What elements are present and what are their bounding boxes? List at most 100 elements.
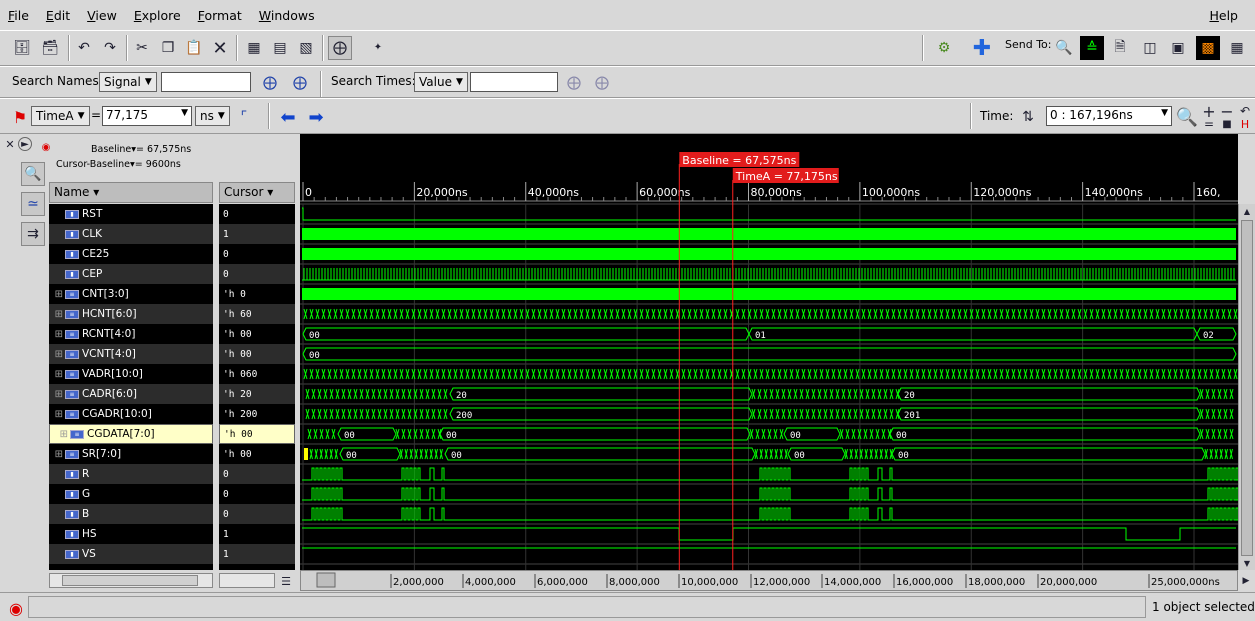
menu-view[interactable]: View bbox=[79, 8, 126, 23]
send-to-schematic-icon[interactable]: ▦ bbox=[242, 36, 266, 60]
search-times-mode-select[interactable]: Value ▼ bbox=[414, 72, 468, 92]
cursor-name-select[interactable]: TimeA ▼ bbox=[31, 106, 90, 126]
overview-handle[interactable] bbox=[316, 572, 336, 588]
menu-edit[interactable]: Edit bbox=[38, 8, 79, 23]
send-to-calculator-icon[interactable]: ▦ bbox=[1225, 36, 1249, 60]
tk-expression-icon[interactable]: ✦ bbox=[366, 35, 390, 59]
move-left-icon[interactable]: ⬅ bbox=[276, 105, 300, 129]
signal-row[interactable]: ⊞ ≡ CNT[3:0] bbox=[49, 284, 213, 304]
signal-group-icon[interactable]: ≃ bbox=[21, 192, 45, 216]
signal-row[interactable]: ⊞ ≡ VADR[10:0] bbox=[49, 364, 213, 384]
search-times-input[interactable] bbox=[470, 72, 558, 92]
names-hscroll-thumb[interactable] bbox=[62, 575, 198, 586]
copy-icon[interactable]: ❐ bbox=[156, 36, 180, 60]
signal-row[interactable]: ⊞ ≡ CADR[6:0] bbox=[49, 384, 213, 404]
baseline-value[interactable]: Baseline▾= 67,575ns bbox=[91, 144, 191, 155]
cursor-value[interactable]: 'h 60 bbox=[219, 304, 295, 324]
expand-icon[interactable]: ⊞ bbox=[49, 409, 63, 420]
redo-icon[interactable]: ↷ bbox=[98, 36, 122, 60]
expand-icon[interactable]: ⊞ bbox=[49, 389, 63, 400]
signal-row[interactable]: ▮ HS bbox=[49, 524, 213, 544]
cursor-value[interactable]: 0 bbox=[219, 484, 295, 504]
time-format-icon[interactable]: ⇅ bbox=[1016, 105, 1040, 129]
cursor-value[interactable]: 'h 00 bbox=[219, 444, 295, 464]
cursor-value[interactable]: 1 bbox=[219, 524, 295, 544]
send-to-wave-viewer-icon[interactable]: ≙ bbox=[1080, 36, 1104, 60]
cursor-flag-icon[interactable]: ⚑ bbox=[8, 105, 32, 129]
scroll-down-icon[interactable]: ▼ bbox=[1240, 556, 1254, 570]
signal-row[interactable]: ▮ VS bbox=[49, 544, 213, 564]
cut-icon[interactable]: ✂ bbox=[130, 36, 154, 60]
expand-icon[interactable]: ⊞ bbox=[54, 429, 68, 440]
cursor-value[interactable]: 0 bbox=[219, 264, 295, 284]
delete-icon[interactable]: ✕ bbox=[208, 36, 232, 60]
cursor-column-header[interactable]: Cursor ▾ bbox=[219, 182, 295, 203]
time-overview-canvas[interactable]: 2,000,000 4,000,000 6,000,000 8,000,000 10,0… bbox=[301, 571, 1239, 590]
send-to-waveform-icon[interactable]: 🔍 bbox=[1052, 36, 1076, 60]
menu-windows[interactable]: Windows bbox=[251, 8, 324, 23]
vertical-scroll-thumb[interactable] bbox=[1241, 220, 1253, 556]
search-times-prev-icon[interactable]: ⨁ bbox=[562, 71, 586, 95]
expand-icon[interactable]: ⊞ bbox=[49, 329, 63, 340]
cursor-value[interactable]: 'h 00 bbox=[219, 424, 295, 444]
search-names-next-icon[interactable]: ⨁ bbox=[288, 71, 312, 95]
tools-icon[interactable]: ⚙ bbox=[932, 36, 956, 60]
pane-options-icon[interactable]: ► bbox=[18, 137, 32, 151]
send-to-register-icon[interactable]: ▣ bbox=[1166, 36, 1190, 60]
zoom-equal-icon[interactable]: = bbox=[1200, 115, 1218, 133]
time-unit-select[interactable]: ns ▼ bbox=[195, 106, 230, 126]
send-to-source-icon[interactable]: ▧ bbox=[294, 36, 318, 60]
signal-row[interactable]: ▮ G bbox=[49, 484, 213, 504]
cursor-value[interactable]: 0 bbox=[219, 464, 295, 484]
cursor-value[interactable]: 1 bbox=[219, 224, 295, 244]
cursor-value-input[interactable]: 77,175 ▼ bbox=[102, 106, 192, 126]
time-range-input[interactable]: 0 : 167,196ns ▼ bbox=[1046, 106, 1172, 126]
cursor-value[interactable]: 'h 060 bbox=[219, 364, 295, 384]
signal-row[interactable]: ▮ CLK bbox=[49, 224, 213, 244]
cursor-value[interactable]: 'h 00 bbox=[219, 324, 295, 344]
overview-right-icon[interactable]: ▶ bbox=[1238, 572, 1254, 590]
cursor-value[interactable]: 'h 200 bbox=[219, 404, 295, 424]
search-names-input[interactable] bbox=[161, 72, 251, 92]
cursor-value[interactable]: 0 bbox=[219, 204, 295, 224]
open-database-icon[interactable]: 🗄 bbox=[10, 36, 34, 60]
add-icon[interactable]: ✚ bbox=[970, 36, 994, 61]
cursor-hscroll[interactable] bbox=[219, 573, 275, 588]
menu-format[interactable]: Format bbox=[190, 8, 251, 23]
signal-row[interactable]: ⊞ ≡ RCNT[4:0] bbox=[49, 324, 213, 344]
move-right-icon[interactable]: ➡ bbox=[304, 105, 328, 129]
signal-row[interactable]: ⊞ ≡ VCNT[4:0] bbox=[49, 344, 213, 364]
expand-icon[interactable]: ⊞ bbox=[49, 369, 63, 380]
cursor-baseline-value[interactable]: Cursor-Baseline▾= 9600ns bbox=[56, 159, 181, 170]
waveform-canvas[interactable]: 0 20,000ns 40,000ns 60,000ns 80,000ns 100,000… bbox=[300, 134, 1239, 570]
reopen-database-icon[interactable]: 🗃 bbox=[38, 36, 62, 60]
zoom-binoculars-icon[interactable]: ⨁ bbox=[328, 36, 352, 60]
zoom-fit-icon[interactable]: 🔍 bbox=[1175, 105, 1199, 129]
undo-icon[interactable]: ↶ bbox=[72, 36, 96, 60]
find-signal-icon[interactable]: 🔍 bbox=[21, 162, 45, 186]
cursor-value[interactable]: 'h 0 bbox=[219, 284, 295, 304]
cursor-value[interactable]: 1 bbox=[219, 544, 295, 564]
status-stop-icon[interactable]: ◉ bbox=[4, 596, 28, 620]
signal-row[interactable]: ⊞ ≡ CGADR[10:0] bbox=[49, 404, 213, 424]
search-times-next-icon[interactable]: ⨁ bbox=[590, 71, 614, 95]
send-to-browser-icon[interactable]: ▤ bbox=[268, 36, 292, 60]
cursor-tools-icon[interactable]: ⌜ bbox=[232, 105, 256, 129]
cursor-value[interactable]: 'h 20 bbox=[219, 384, 295, 404]
send-to-document-icon[interactable]: 🗎 bbox=[1108, 36, 1132, 60]
cursor-value[interactable]: 0 bbox=[219, 504, 295, 524]
send-to-schematic-viewer-icon[interactable]: ◫ bbox=[1138, 36, 1162, 60]
menu-file[interactable]: File bbox=[0, 8, 38, 23]
expand-icon[interactable]: ⊞ bbox=[49, 289, 63, 300]
close-pane-icon[interactable]: ✕ bbox=[3, 137, 17, 151]
search-names-mode-select[interactable]: Signal ▼ bbox=[99, 72, 157, 92]
waveform-pane[interactable]: 0 20,000ns 40,000ns 60,000ns 80,000ns 100,000… bbox=[300, 134, 1239, 570]
send-to-memory-icon[interactable]: ▩ bbox=[1196, 36, 1220, 60]
expand-icon[interactable]: ⊞ bbox=[49, 309, 63, 320]
signal-row[interactable]: ▮ R bbox=[49, 464, 213, 484]
signal-row[interactable]: ▮ CEP bbox=[49, 264, 213, 284]
signal-row[interactable]: ⊞ ≡ HCNT[6:0] bbox=[49, 304, 213, 324]
cursor-value[interactable]: 'h 00 bbox=[219, 344, 295, 364]
scroll-up-icon[interactable]: ▲ bbox=[1240, 204, 1254, 218]
zoom-full-icon[interactable]: ■ bbox=[1218, 115, 1236, 133]
